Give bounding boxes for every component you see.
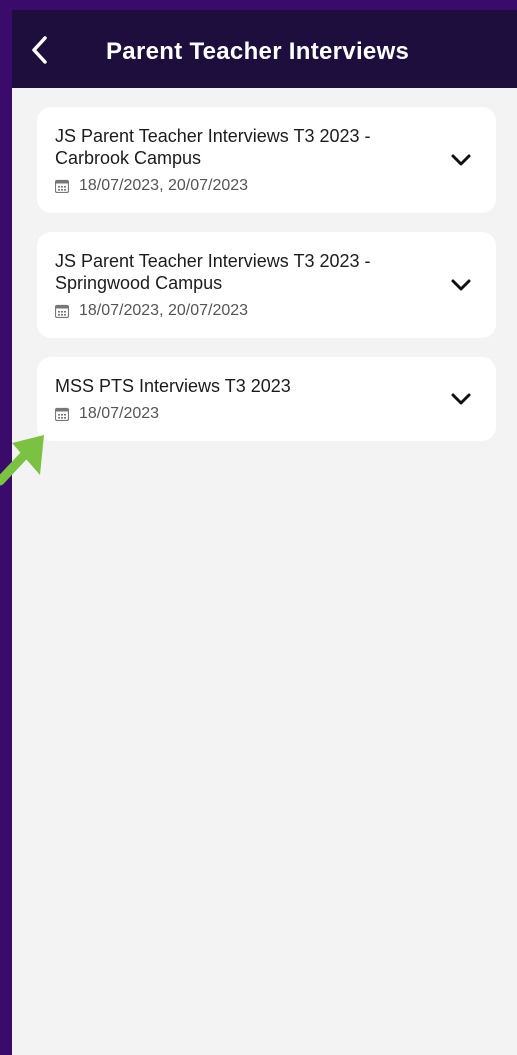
chevron-down-icon[interactable]: [450, 275, 472, 295]
interview-list: JS Parent Teacher Interviews T3 2023 - C…: [37, 107, 496, 460]
interview-title: MSS PTS Interviews T3 2023: [55, 376, 291, 396]
chevron-left-icon: [32, 36, 47, 64]
interview-dates: 18/07/2023, 20/07/2023: [55, 177, 436, 195]
interview-dates: 18/07/2023: [55, 405, 436, 423]
calendar-icon: [55, 407, 69, 421]
date-text: 18/07/2023: [79, 405, 160, 422]
date-text: 18/07/2023, 20/07/2023: [79, 177, 249, 194]
chevron-down-icon[interactable]: [450, 150, 472, 170]
interview-dates: 18/07/2023, 20/07/2023: [55, 302, 436, 320]
interview-card[interactable]: MSS PTS Interviews T3 2023 18/07/2023: [37, 357, 496, 441]
back-button[interactable]: [22, 32, 58, 68]
header-bar: Parent Teacher Interviews: [12, 10, 517, 88]
calendar-icon: [55, 179, 69, 193]
interview-title: JS Parent Teacher Interviews T3 2023 - C…: [55, 126, 371, 168]
page-title: Parent Teacher Interviews: [106, 38, 410, 65]
interview-card[interactable]: JS Parent Teacher Interviews T3 2023 - S…: [37, 232, 496, 338]
chevron-down-icon[interactable]: [450, 389, 472, 409]
interview-title: JS Parent Teacher Interviews T3 2023 - S…: [55, 251, 371, 293]
interview-card[interactable]: JS Parent Teacher Interviews T3 2023 - C…: [37, 107, 496, 213]
date-text: 18/07/2023, 20/07/2023: [79, 302, 249, 319]
app-screen: Parent Teacher Interviews JS Parent Teac…: [12, 10, 517, 1055]
annotation-arrow-icon: [0, 435, 44, 486]
calendar-icon: [55, 304, 69, 318]
